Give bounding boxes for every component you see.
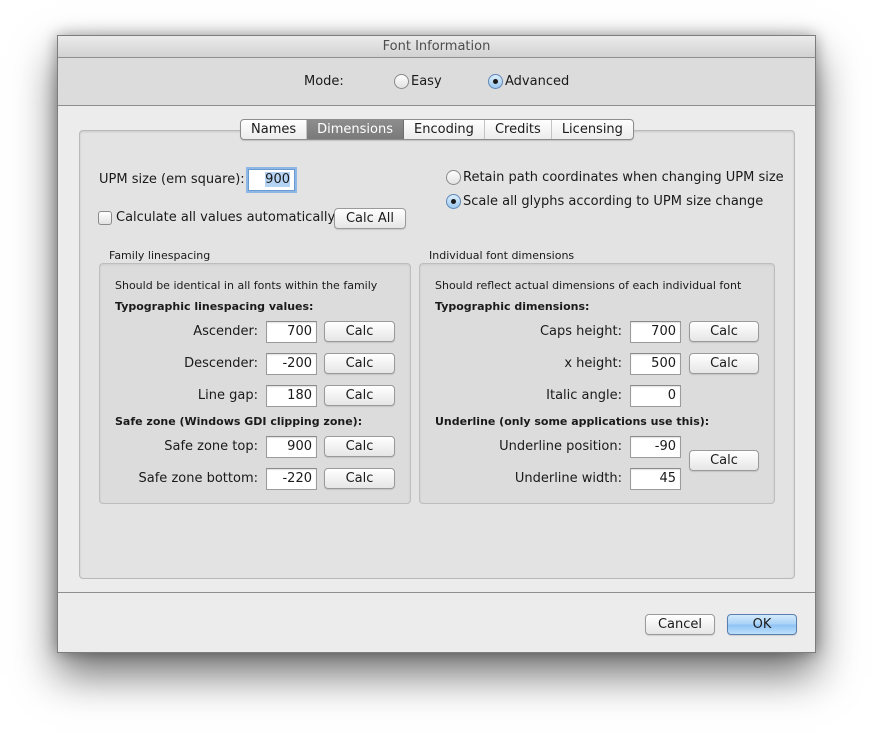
underline-position-input[interactable]: -90 (630, 436, 681, 458)
tab-licensing[interactable]: Licensing (552, 120, 633, 139)
radio-unselected-icon (394, 74, 409, 89)
individual-note: Should reflect actual dimensions of each… (435, 279, 742, 292)
safe-zone-heading: Safe zone (Windows GDI clipping zone): (115, 415, 363, 428)
checkbox-unchecked-icon (98, 210, 112, 225)
typographic-dimensions-heading: Typographic dimensions: (435, 300, 590, 313)
upm-label: UPM size (em square): (99, 172, 245, 187)
safe-zone-bottom-input[interactable]: -220 (266, 468, 317, 490)
retain-path-coordinates-label: Retain path coordinates when changing UP… (463, 170, 784, 185)
descender-calc-button[interactable]: Calc (324, 353, 395, 374)
line-gap-input[interactable]: 180 (266, 385, 317, 407)
underline-calc-button[interactable]: Calc (689, 450, 759, 471)
radio-unselected-icon (446, 170, 461, 185)
tab-encoding[interactable]: Encoding (404, 120, 485, 139)
mode-easy-radio[interactable]: Easy (394, 74, 442, 89)
underline-position-label: Underline position: (499, 439, 622, 454)
font-information-dialog: Font Information Mode: Easy Advanced Nam… (57, 35, 816, 653)
ascender-calc-button[interactable]: Calc (324, 321, 395, 342)
ok-button[interactable]: OK (727, 614, 797, 635)
window-title: Font Information (58, 36, 815, 58)
underline-width-input[interactable]: 45 (630, 468, 681, 490)
safe-zone-top-calc-button[interactable]: Calc (324, 436, 395, 457)
scale-all-glyphs-radio[interactable]: Scale all glyphs according to UPM size c… (446, 194, 763, 209)
descender-label: Descender: (184, 356, 258, 371)
italic-angle-input[interactable]: 0 (630, 385, 681, 407)
family-linespacing-title: Family linespacing (109, 249, 211, 262)
line-gap-label: Line gap: (197, 388, 258, 403)
caps-height-calc-button[interactable]: Calc (689, 321, 759, 342)
individual-dimensions-title: Individual font dimensions (429, 249, 575, 262)
calculate-automatically-label: Calculate all values automatically (116, 210, 336, 225)
caps-height-label: Caps height: (539, 324, 622, 339)
family-note: Should be identical in all fonts within … (115, 279, 378, 292)
caps-height-input[interactable]: 700 (630, 321, 681, 343)
x-height-calc-button[interactable]: Calc (689, 353, 759, 374)
upm-size-value: 900 (265, 172, 290, 187)
calculate-automatically-checkbox[interactable]: Calculate all values automatically (98, 210, 335, 225)
x-height-input[interactable]: 500 (630, 353, 681, 375)
tab-credits[interactable]: Credits (485, 120, 552, 139)
typographic-linespacing-heading: Typographic linespacing values: (115, 300, 314, 313)
underline-width-label: Underline width: (514, 471, 622, 486)
line-gap-calc-button[interactable]: Calc (324, 385, 395, 406)
x-height-label: x height: (564, 356, 622, 371)
cancel-button[interactable]: Cancel (645, 614, 715, 635)
mode-easy-label: Easy (411, 74, 442, 89)
radio-selected-icon (446, 194, 461, 209)
ascender-label: Ascender: (193, 324, 258, 339)
calc-all-button[interactable]: Calc All (334, 208, 406, 229)
italic-angle-label: Italic angle: (546, 388, 622, 403)
underline-heading: Underline (only some applications use th… (435, 415, 710, 428)
safe-zone-top-input[interactable]: 900 (266, 436, 317, 458)
safe-zone-bottom-label: Safe zone bottom: (138, 471, 258, 486)
safe-zone-top-label: Safe zone top: (164, 439, 258, 454)
mode-bar: Mode: Easy Advanced (58, 58, 815, 106)
ascender-input[interactable]: 700 (266, 321, 317, 343)
footer-divider (58, 592, 815, 593)
radio-selected-icon (488, 74, 503, 89)
tab-dimensions[interactable]: Dimensions (307, 120, 405, 139)
mode-label: Mode: (304, 74, 344, 89)
mode-advanced-label: Advanced (505, 74, 570, 89)
upm-size-input[interactable]: 900 (248, 169, 295, 191)
safe-zone-bottom-calc-button[interactable]: Calc (324, 468, 395, 489)
scale-all-glyphs-label: Scale all glyphs according to UPM size c… (463, 194, 764, 209)
tab-bar: Names Dimensions Encoding Credits Licens… (240, 119, 634, 140)
tab-names[interactable]: Names (241, 120, 308, 139)
retain-path-coordinates-radio[interactable]: Retain path coordinates when changing UP… (446, 170, 784, 185)
descender-input[interactable]: -200 (266, 353, 317, 375)
mode-advanced-radio[interactable]: Advanced (488, 74, 569, 89)
